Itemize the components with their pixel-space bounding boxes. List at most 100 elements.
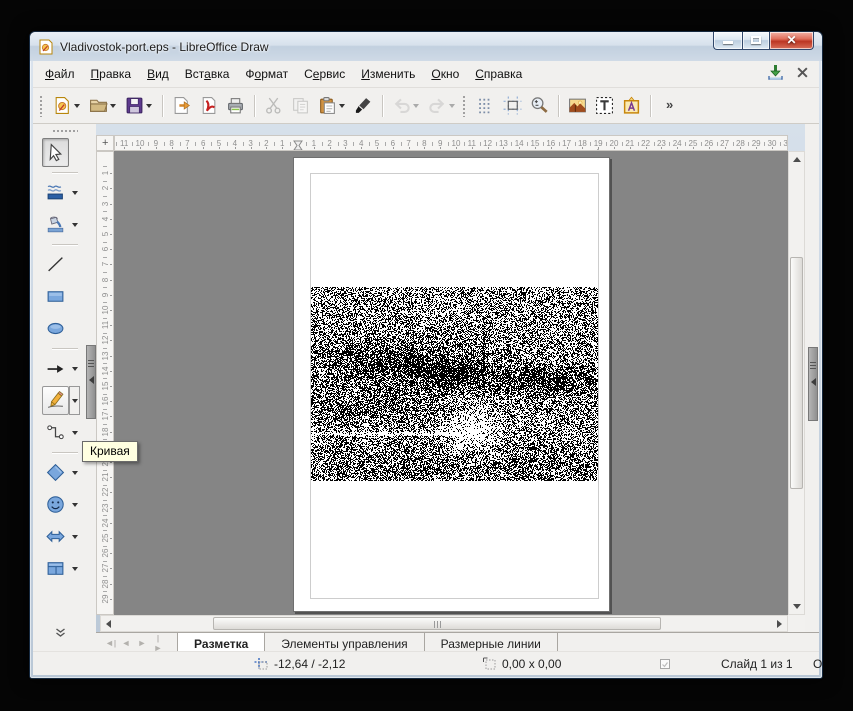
close-document-icon[interactable] [796, 66, 809, 82]
line-style-tool[interactable] [42, 177, 96, 208]
vertical-scroll-thumb[interactable] [790, 257, 803, 489]
horizontal-scroll-thumb[interactable] [213, 617, 661, 630]
select-tool[interactable] [42, 137, 96, 168]
undo-icon [392, 96, 411, 115]
horizontal-scrollbar[interactable] [100, 615, 788, 632]
update-available-icon[interactable] [767, 64, 784, 84]
toolbar-separator [52, 452, 78, 453]
chevron-down-icon[interactable] [337, 96, 346, 115]
first-slide-button[interactable]: ◄| [105, 638, 115, 648]
more-tools-button[interactable] [55, 625, 66, 643]
flowchart-tool[interactable] [42, 553, 96, 584]
export-button[interactable] [169, 93, 194, 118]
clone-formatting-button[interactable] [351, 93, 376, 118]
chevron-down-icon[interactable] [411, 96, 420, 115]
toolbar-separator [52, 348, 78, 349]
menu-файл[interactable]: Файл [37, 63, 83, 85]
flowchart-icon [42, 554, 69, 583]
layout-name-value: Обы [813, 657, 822, 671]
minimize-button[interactable] [713, 32, 742, 50]
insert-textbox-button[interactable] [592, 93, 617, 118]
maximize-button[interactable] [742, 32, 769, 50]
drawing-canvas[interactable] [114, 151, 788, 615]
eps-image[interactable] [311, 287, 598, 481]
chevron-down-icon[interactable] [144, 96, 153, 115]
ellipse-icon [42, 314, 69, 343]
menu-вставка[interactable]: Вставка [177, 63, 238, 85]
paste-button[interactable] [315, 93, 349, 118]
menu-изменить[interactable]: Изменить [353, 63, 423, 85]
chevron-down-icon[interactable] [69, 210, 80, 239]
zoom-button[interactable] [527, 93, 552, 118]
title-bar[interactable]: Vladivostok-port.eps - LibreOffice Draw … [30, 32, 822, 61]
fill-color-tool[interactable] [42, 209, 96, 240]
document-page[interactable] [293, 157, 610, 612]
menu-правка[interactable]: Правка [83, 63, 140, 85]
ruler-origin-marker[interactable] [293, 138, 303, 149]
ellipse-tool[interactable] [42, 313, 96, 344]
insert-image-button[interactable] [565, 93, 590, 118]
menu-окно[interactable]: Окно [423, 63, 467, 85]
scroll-right-button[interactable] [772, 616, 787, 631]
vertical-ruler[interactable]: 1234567891011121314151617181920212223242… [96, 151, 114, 615]
toolbar-grip[interactable] [39, 95, 44, 117]
status-layout-field[interactable]: Обы [804, 657, 822, 671]
scroll-down-button[interactable] [789, 599, 804, 614]
next-slide-button[interactable]: ► [137, 638, 147, 648]
chevron-down-icon[interactable] [72, 96, 81, 115]
scroll-left-button[interactable] [101, 616, 116, 631]
display-grid-button[interactable] [473, 93, 498, 118]
ruler-label: 27 [100, 561, 110, 575]
symbol-shapes-tool[interactable] [42, 489, 96, 520]
chevron-down-icon[interactable] [69, 458, 80, 487]
chevron-down-icon[interactable] [69, 490, 80, 519]
chevron-down-icon[interactable] [69, 178, 80, 207]
image-frame[interactable] [310, 173, 599, 599]
redo-icon [428, 96, 447, 115]
new-button[interactable] [50, 93, 84, 118]
chevron-down-icon[interactable] [69, 354, 80, 383]
toolbar-grip[interactable] [462, 95, 467, 117]
print-icon [226, 96, 245, 115]
last-slide-button[interactable]: |► [153, 633, 163, 653]
ruler-label: 14 [100, 364, 110, 378]
paste-icon [318, 96, 337, 115]
chevron-down-icon[interactable] [108, 96, 117, 115]
ruler-label: 26 [100, 546, 110, 560]
close-button[interactable]: ✕ [769, 32, 814, 50]
menu-сервис[interactable]: Сервис [296, 63, 353, 85]
chevron-down-icon[interactable] [69, 522, 80, 551]
horizontal-ruler[interactable]: 1211109876543211234567891011121314151617… [114, 135, 788, 151]
chevron-down-icon[interactable] [69, 418, 80, 447]
ruler-label: 4 [100, 212, 110, 226]
previous-slide-button[interactable]: ◄ [121, 638, 131, 648]
chevron-down-icon[interactable] [447, 96, 456, 115]
chevron-down-icon[interactable] [69, 554, 80, 583]
right-panel-splitter[interactable] [808, 347, 818, 421]
standard-toolbar: » [33, 88, 819, 124]
fontwork-button[interactable] [619, 93, 644, 118]
arrow-icon [42, 354, 69, 383]
menu-справка[interactable]: Справка [467, 63, 530, 85]
menu-вид[interactable]: Вид [139, 63, 177, 85]
block-arrows-tool[interactable] [42, 521, 96, 552]
export-pdf-button[interactable] [196, 93, 221, 118]
tab-2[interactable]: Элементы управления [265, 633, 424, 653]
tab-1[interactable]: Разметка [177, 632, 265, 653]
menu-формат[interactable]: Формат [237, 63, 296, 85]
line-tool[interactable] [42, 249, 96, 280]
toolbar-grip[interactable] [52, 129, 78, 133]
helplines-button[interactable] [500, 93, 525, 118]
chevron-down-icon[interactable] [69, 386, 80, 415]
toolbar-overflow-button[interactable]: » [657, 93, 682, 118]
open-button[interactable] [86, 93, 120, 118]
ruler-label: 15 [100, 379, 110, 393]
vertical-scrollbar[interactable] [788, 151, 805, 615]
status-modified-field [648, 658, 682, 670]
rectangle-tool[interactable] [42, 281, 96, 312]
left-panel-splitter[interactable] [86, 345, 96, 419]
print-button[interactable] [223, 93, 248, 118]
scroll-up-button[interactable] [789, 152, 804, 167]
tab-3[interactable]: Размерные линии [425, 633, 558, 653]
save-button[interactable] [122, 93, 156, 118]
